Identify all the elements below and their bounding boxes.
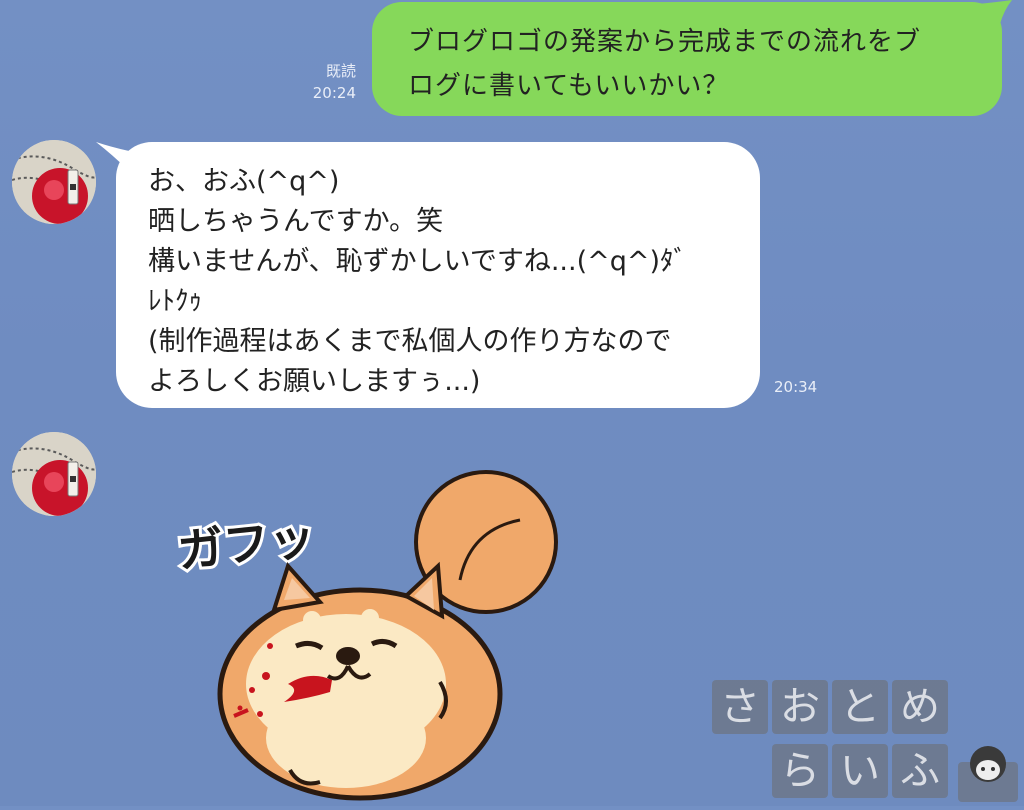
received-message-bubble[interactable]: お、おふ(^q^) 晒しちゃうんですか。笑 構いませんが、恥ずかしいですね...… — [116, 142, 760, 408]
received-time: 20:34 — [774, 378, 818, 396]
watermark-char: い — [832, 744, 888, 798]
sent-time: 20:24 — [312, 84, 356, 102]
received-message-line: お、おふ(^q^) — [148, 166, 340, 197]
watermark-char: と — [832, 680, 888, 734]
shiba-dog-icon: ガフッ — [172, 470, 558, 801]
watermark-avatar-icon — [958, 746, 1018, 802]
watermark-char: さ — [712, 680, 768, 734]
read-receipt: 既読 20:24 — [304, 60, 356, 104]
sticker-text: ガフッ — [175, 510, 318, 578]
watermark-char: ふ — [892, 744, 948, 798]
received-message-line: 構いませんが、恥ずかしいですね...(^q^)ﾀﾞ — [148, 246, 688, 277]
contact-avatar[interactable] — [12, 432, 96, 516]
received-message-line: よろしくお願いしますぅ...) — [148, 366, 481, 397]
sent-message-bubble[interactable]: ブログロゴの発案から完成までの流れをブ ログに書いてもいいかい？ — [372, 2, 1002, 116]
contact-avatar[interactable] — [12, 140, 96, 224]
received-message-line: ﾚﾄｸｩ — [148, 286, 202, 317]
watermark: さ お と め ら い ふ — [712, 680, 1024, 806]
watermark-char: お — [772, 680, 828, 734]
sent-message-line: ブログロゴの発案から完成までの流れをブ — [408, 27, 922, 57]
received-message-line: (制作過程はあくまで私個人の作り方なので — [148, 326, 672, 357]
read-label: 既読 — [325, 62, 356, 80]
watermark-char: め — [892, 680, 948, 734]
avatar-image — [12, 432, 96, 516]
received-message-line: 晒しちゃうんですか。笑 — [148, 206, 444, 237]
avatar-image — [12, 140, 96, 224]
sent-message-line: ログに書いてもいいかい？ — [408, 71, 730, 101]
shiba-dog-sticker[interactable]: ガフッ — [170, 470, 560, 806]
watermark-char: ら — [772, 744, 828, 798]
